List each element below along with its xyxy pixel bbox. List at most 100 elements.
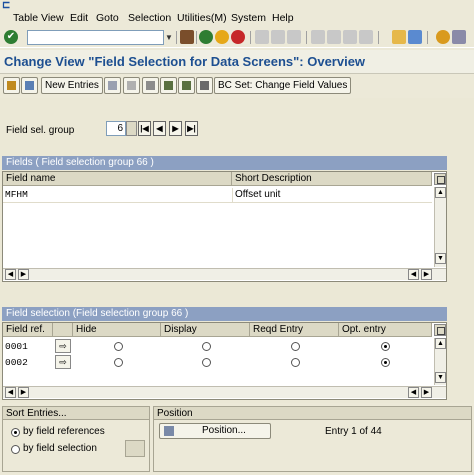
select-block-icon[interactable] [178, 77, 195, 94]
search-help-icon[interactable] [126, 121, 137, 136]
menu-help[interactable]: Help [272, 12, 294, 24]
fields-table: Field name Short Description MFHM Offset… [2, 171, 447, 282]
reqd-entry-radio[interactable] [291, 342, 300, 351]
command-dropdown-icon[interactable]: ▼ [165, 30, 173, 45]
exit-icon[interactable] [215, 30, 229, 44]
position-button-label: Position... [202, 425, 246, 436]
deselect-all-icon[interactable] [196, 77, 213, 94]
first-page-icon[interactable] [311, 30, 325, 44]
last-entry-icon[interactable]: ▶| [185, 121, 198, 136]
table-settings-icon[interactable] [434, 324, 446, 336]
next-entry-icon[interactable]: ▶ [169, 121, 182, 136]
first-entry-icon[interactable]: |◀ [138, 121, 151, 136]
short-description-cell: Offset unit [232, 188, 432, 203]
selection-horizontal-scrollbar[interactable]: ◀ ▶ ◀ ▶ [3, 386, 446, 398]
details-button-icon[interactable]: ⇨ [55, 339, 71, 353]
column-display[interactable]: Display [161, 323, 250, 337]
bc-set-button[interactable]: BC Set: Change Field Values [214, 77, 352, 94]
sort-by-field-ref-radio[interactable] [11, 428, 20, 437]
change-display-icon[interactable] [3, 77, 20, 94]
next-page-icon[interactable] [343, 30, 357, 44]
scroll-down-icon[interactable]: ▼ [435, 372, 446, 383]
sort-entries-group: Sort Entries... by field references by f… [2, 406, 150, 472]
position-title: Position [154, 407, 471, 420]
scroll-left-end-icon[interactable]: ◀ [408, 269, 419, 280]
opt-entry-radio[interactable] [381, 358, 390, 367]
opt-entry-radio[interactable] [381, 342, 390, 351]
scroll-right-end-icon[interactable]: ▶ [421, 387, 432, 398]
selection-vertical-scrollbar[interactable]: ▲ ▼ [434, 338, 446, 385]
layout-menu-icon[interactable] [452, 30, 466, 44]
undo-change-icon[interactable] [142, 77, 159, 94]
back-icon[interactable] [199, 30, 213, 44]
application-toolbar: New Entries BC Set: Change Field Values [0, 75, 474, 97]
field-group-input[interactable]: 6 [106, 121, 126, 136]
scroll-down-icon[interactable]: ▼ [435, 253, 446, 264]
sort-entries-title: Sort Entries... [3, 407, 149, 420]
display-radio[interactable] [202, 342, 211, 351]
scroll-left-icon[interactable]: ◀ [5, 387, 16, 398]
find-next-icon[interactable] [287, 30, 301, 44]
previous-page-icon[interactable] [327, 30, 341, 44]
command-field[interactable] [27, 30, 164, 45]
column-short-description[interactable]: Short Description [232, 172, 432, 186]
sort-by-field-ref-label: by field references [23, 426, 105, 437]
sort-by-field-selection-radio[interactable] [11, 445, 20, 454]
scroll-left-end-icon[interactable]: ◀ [408, 387, 419, 398]
save-icon[interactable] [180, 30, 194, 44]
copy-as-icon[interactable] [104, 77, 121, 94]
column-reqd-entry[interactable]: Reqd Entry [250, 323, 339, 337]
page-title: Change View "Field Selection for Data Sc… [4, 54, 366, 69]
reqd-entry-radio[interactable] [291, 358, 300, 367]
position-icon [164, 426, 174, 436]
scroll-up-icon[interactable]: ▲ [435, 187, 446, 198]
field-ref-cell: 0001 [5, 341, 28, 352]
cancel-icon[interactable] [231, 30, 245, 44]
field-group-label: Field sel. group [6, 125, 75, 136]
menu-edit[interactable]: Edit [70, 12, 88, 24]
selection-table: Field ref. Hide Display Reqd Entry Opt. … [2, 322, 447, 400]
sort-execute-icon[interactable] [125, 440, 145, 457]
enter-icon[interactable]: ✔ [4, 30, 18, 44]
scroll-left-icon[interactable]: ◀ [5, 269, 16, 280]
column-opt-entry[interactable]: Opt. entry [339, 323, 432, 337]
scroll-up-icon[interactable]: ▲ [435, 338, 446, 349]
table-settings-icon[interactable] [434, 173, 446, 185]
column-field-ref[interactable]: Field ref. [3, 323, 53, 337]
delete-icon[interactable] [123, 77, 140, 94]
menu-selection[interactable]: Selection [128, 12, 171, 24]
menu-utilities[interactable]: Utilities(M) [177, 12, 227, 24]
menu-table-view[interactable]: Table View [13, 12, 64, 24]
hide-radio[interactable] [114, 358, 123, 367]
last-page-icon[interactable] [359, 30, 373, 44]
menu-bar: Table View Edit Goto Selection Utilities… [0, 11, 474, 26]
entry-counter: Entry 1 of 44 [325, 426, 382, 437]
position-group: Position Position... Entry 1 of 44 [153, 406, 472, 472]
fields-horizontal-scrollbar[interactable]: ◀ ▶ ◀ ▶ [3, 268, 446, 280]
menu-goto[interactable]: Goto [96, 12, 119, 24]
previous-entry-icon[interactable]: ◀ [153, 121, 166, 136]
sap-menu-icon[interactable]: ⊏ [2, 0, 16, 11]
hide-radio[interactable] [114, 342, 123, 351]
scroll-right-icon[interactable]: ▶ [18, 269, 29, 280]
create-session-icon[interactable] [392, 30, 406, 44]
find-icon[interactable] [271, 30, 285, 44]
sort-by-field-selection-label: by field selection [23, 443, 97, 454]
print-icon[interactable] [255, 30, 269, 44]
details-icon[interactable] [21, 77, 38, 94]
fields-vertical-scrollbar[interactable]: ▲ ▼ [434, 187, 446, 267]
new-entries-button[interactable]: New Entries [41, 77, 103, 94]
column-config[interactable] [53, 323, 73, 337]
title-bar: Change View "Field Selection for Data Sc… [0, 50, 474, 74]
column-hide[interactable]: Hide [73, 323, 161, 337]
scroll-right-icon[interactable]: ▶ [18, 387, 29, 398]
scroll-right-end-icon[interactable]: ▶ [421, 269, 432, 280]
column-field-name[interactable]: Field name [3, 172, 232, 186]
shortcut-icon[interactable] [408, 30, 422, 44]
details-button-icon[interactable]: ⇨ [55, 355, 71, 369]
display-radio[interactable] [202, 358, 211, 367]
help-icon[interactable] [436, 30, 450, 44]
menu-system[interactable]: System [231, 12, 266, 24]
position-button[interactable]: Position... [159, 423, 271, 439]
select-all-icon[interactable] [160, 77, 177, 94]
